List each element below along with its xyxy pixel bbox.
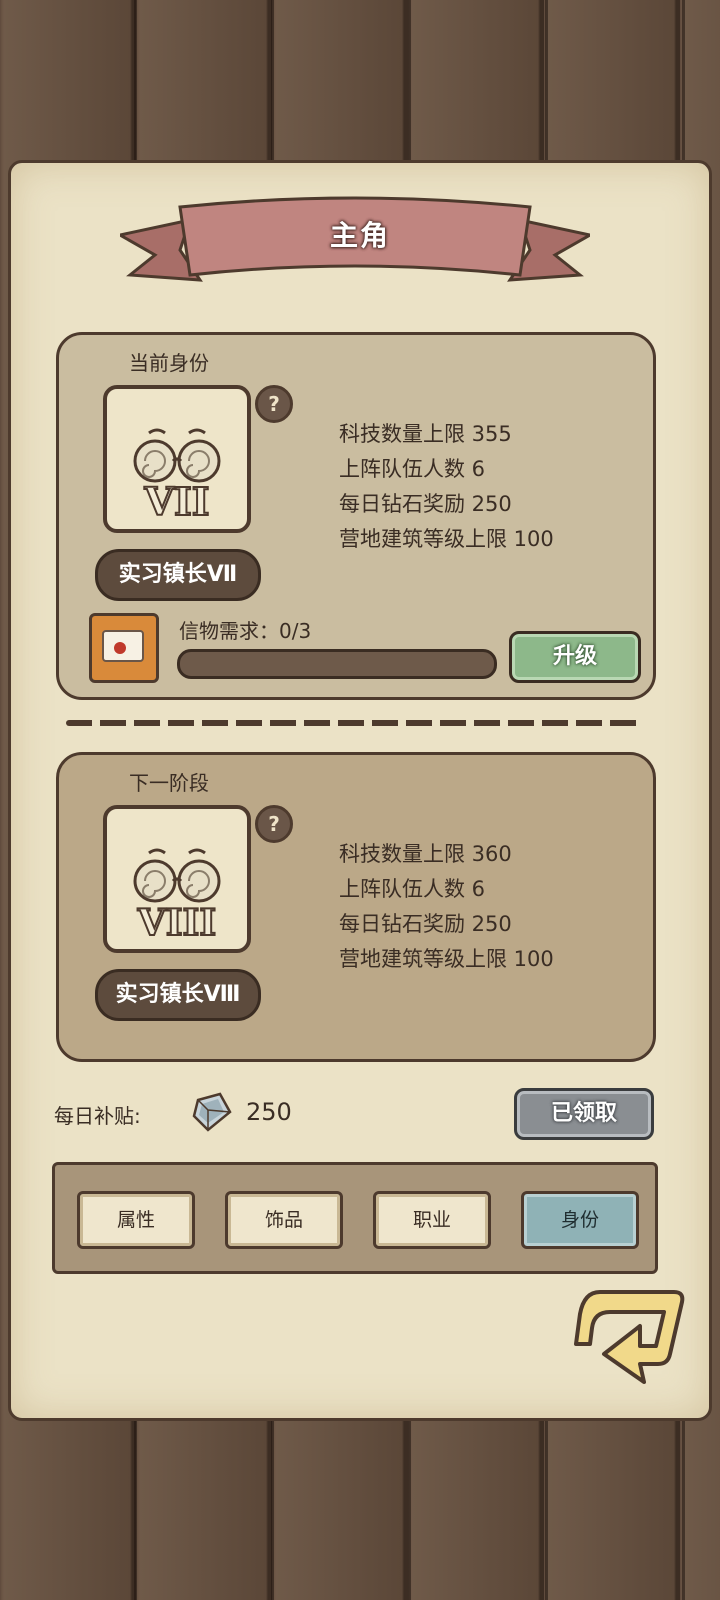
- current-rank-name: 实习镇长Ⅶ: [95, 549, 261, 601]
- next-stats: 科技数量上限 360 上阵队伍人数 6 每日钻石奖励 250 营地建筑等级上限 …: [339, 837, 554, 977]
- tab-identity[interactable]: 身份: [521, 1191, 639, 1249]
- current-rank-numeral: VII: [143, 479, 209, 524]
- next-stat-team-size: 上阵队伍人数 6: [339, 877, 486, 901]
- glasses-portrait-icon: VII: [133, 428, 221, 525]
- question-mark-icon: ?: [268, 392, 280, 416]
- back-arrow-icon[interactable]: [570, 1284, 690, 1392]
- next-rank-numeral: VIII: [137, 902, 216, 944]
- claimed-button[interactable]: 已领取: [514, 1088, 654, 1140]
- token-progress-bar: [177, 649, 497, 679]
- page-title: 主角: [329, 219, 390, 252]
- next-rank-portrait: VIII: [103, 805, 251, 953]
- next-stat-daily-diamonds: 每日钻石奖励 250: [339, 912, 512, 936]
- letter-token-icon[interactable]: [89, 613, 159, 683]
- current-stats: 科技数量上限 355 上阵队伍人数 6 每日钻石奖励 250 营地建筑等级上限 …: [339, 417, 554, 557]
- next-stat-tech-limit: 科技数量上限 360: [339, 842, 512, 866]
- next-rank-name: 实习镇长Ⅷ: [95, 969, 261, 1021]
- next-stage-panel: 下一阶段 VIII ? 实习镇长Ⅷ 科技数量上限 360 上阵队伍人数 6 每日…: [56, 752, 656, 1062]
- current-identity-label: 当前身份: [129, 351, 209, 375]
- question-mark-icon: ?: [268, 812, 280, 836]
- tab-attributes[interactable]: 属性: [77, 1191, 195, 1249]
- current-stat-tech-limit: 科技数量上限 355: [339, 422, 512, 446]
- daily-subsidy-label: 每日补贴:: [54, 1104, 141, 1128]
- next-stage-label: 下一阶段: [129, 771, 209, 795]
- current-help-button[interactable]: ?: [255, 385, 293, 423]
- current-identity-panel: 当前身份 VII ? 实习镇长Ⅶ 科技数量上限 355 上阵队伍人数 6 每日钻…: [56, 332, 656, 700]
- tab-profession[interactable]: 职业: [373, 1191, 491, 1249]
- diamond-icon: [192, 1092, 232, 1132]
- upgrade-button[interactable]: 升级: [509, 631, 641, 683]
- tab-accessories[interactable]: 饰品: [225, 1191, 343, 1249]
- glasses-portrait-icon: VIII: [133, 848, 221, 945]
- tab-bar: 属性 饰品 职业 身份: [52, 1162, 658, 1274]
- current-rank-portrait: VII: [103, 385, 251, 533]
- token-requirement-label: 信物需求：0/3: [179, 619, 312, 643]
- next-help-button[interactable]: ?: [255, 805, 293, 843]
- current-stat-daily-diamonds: 每日钻石奖励 250: [339, 492, 512, 516]
- current-stat-camp-level-limit: 营地建筑等级上限 100: [339, 527, 554, 551]
- next-stat-camp-level-limit: 营地建筑等级上限 100: [339, 947, 554, 971]
- section-divider: [66, 720, 642, 726]
- daily-subsidy-value: 250: [246, 1098, 292, 1126]
- current-stat-team-size: 上阵队伍人数 6: [339, 457, 486, 481]
